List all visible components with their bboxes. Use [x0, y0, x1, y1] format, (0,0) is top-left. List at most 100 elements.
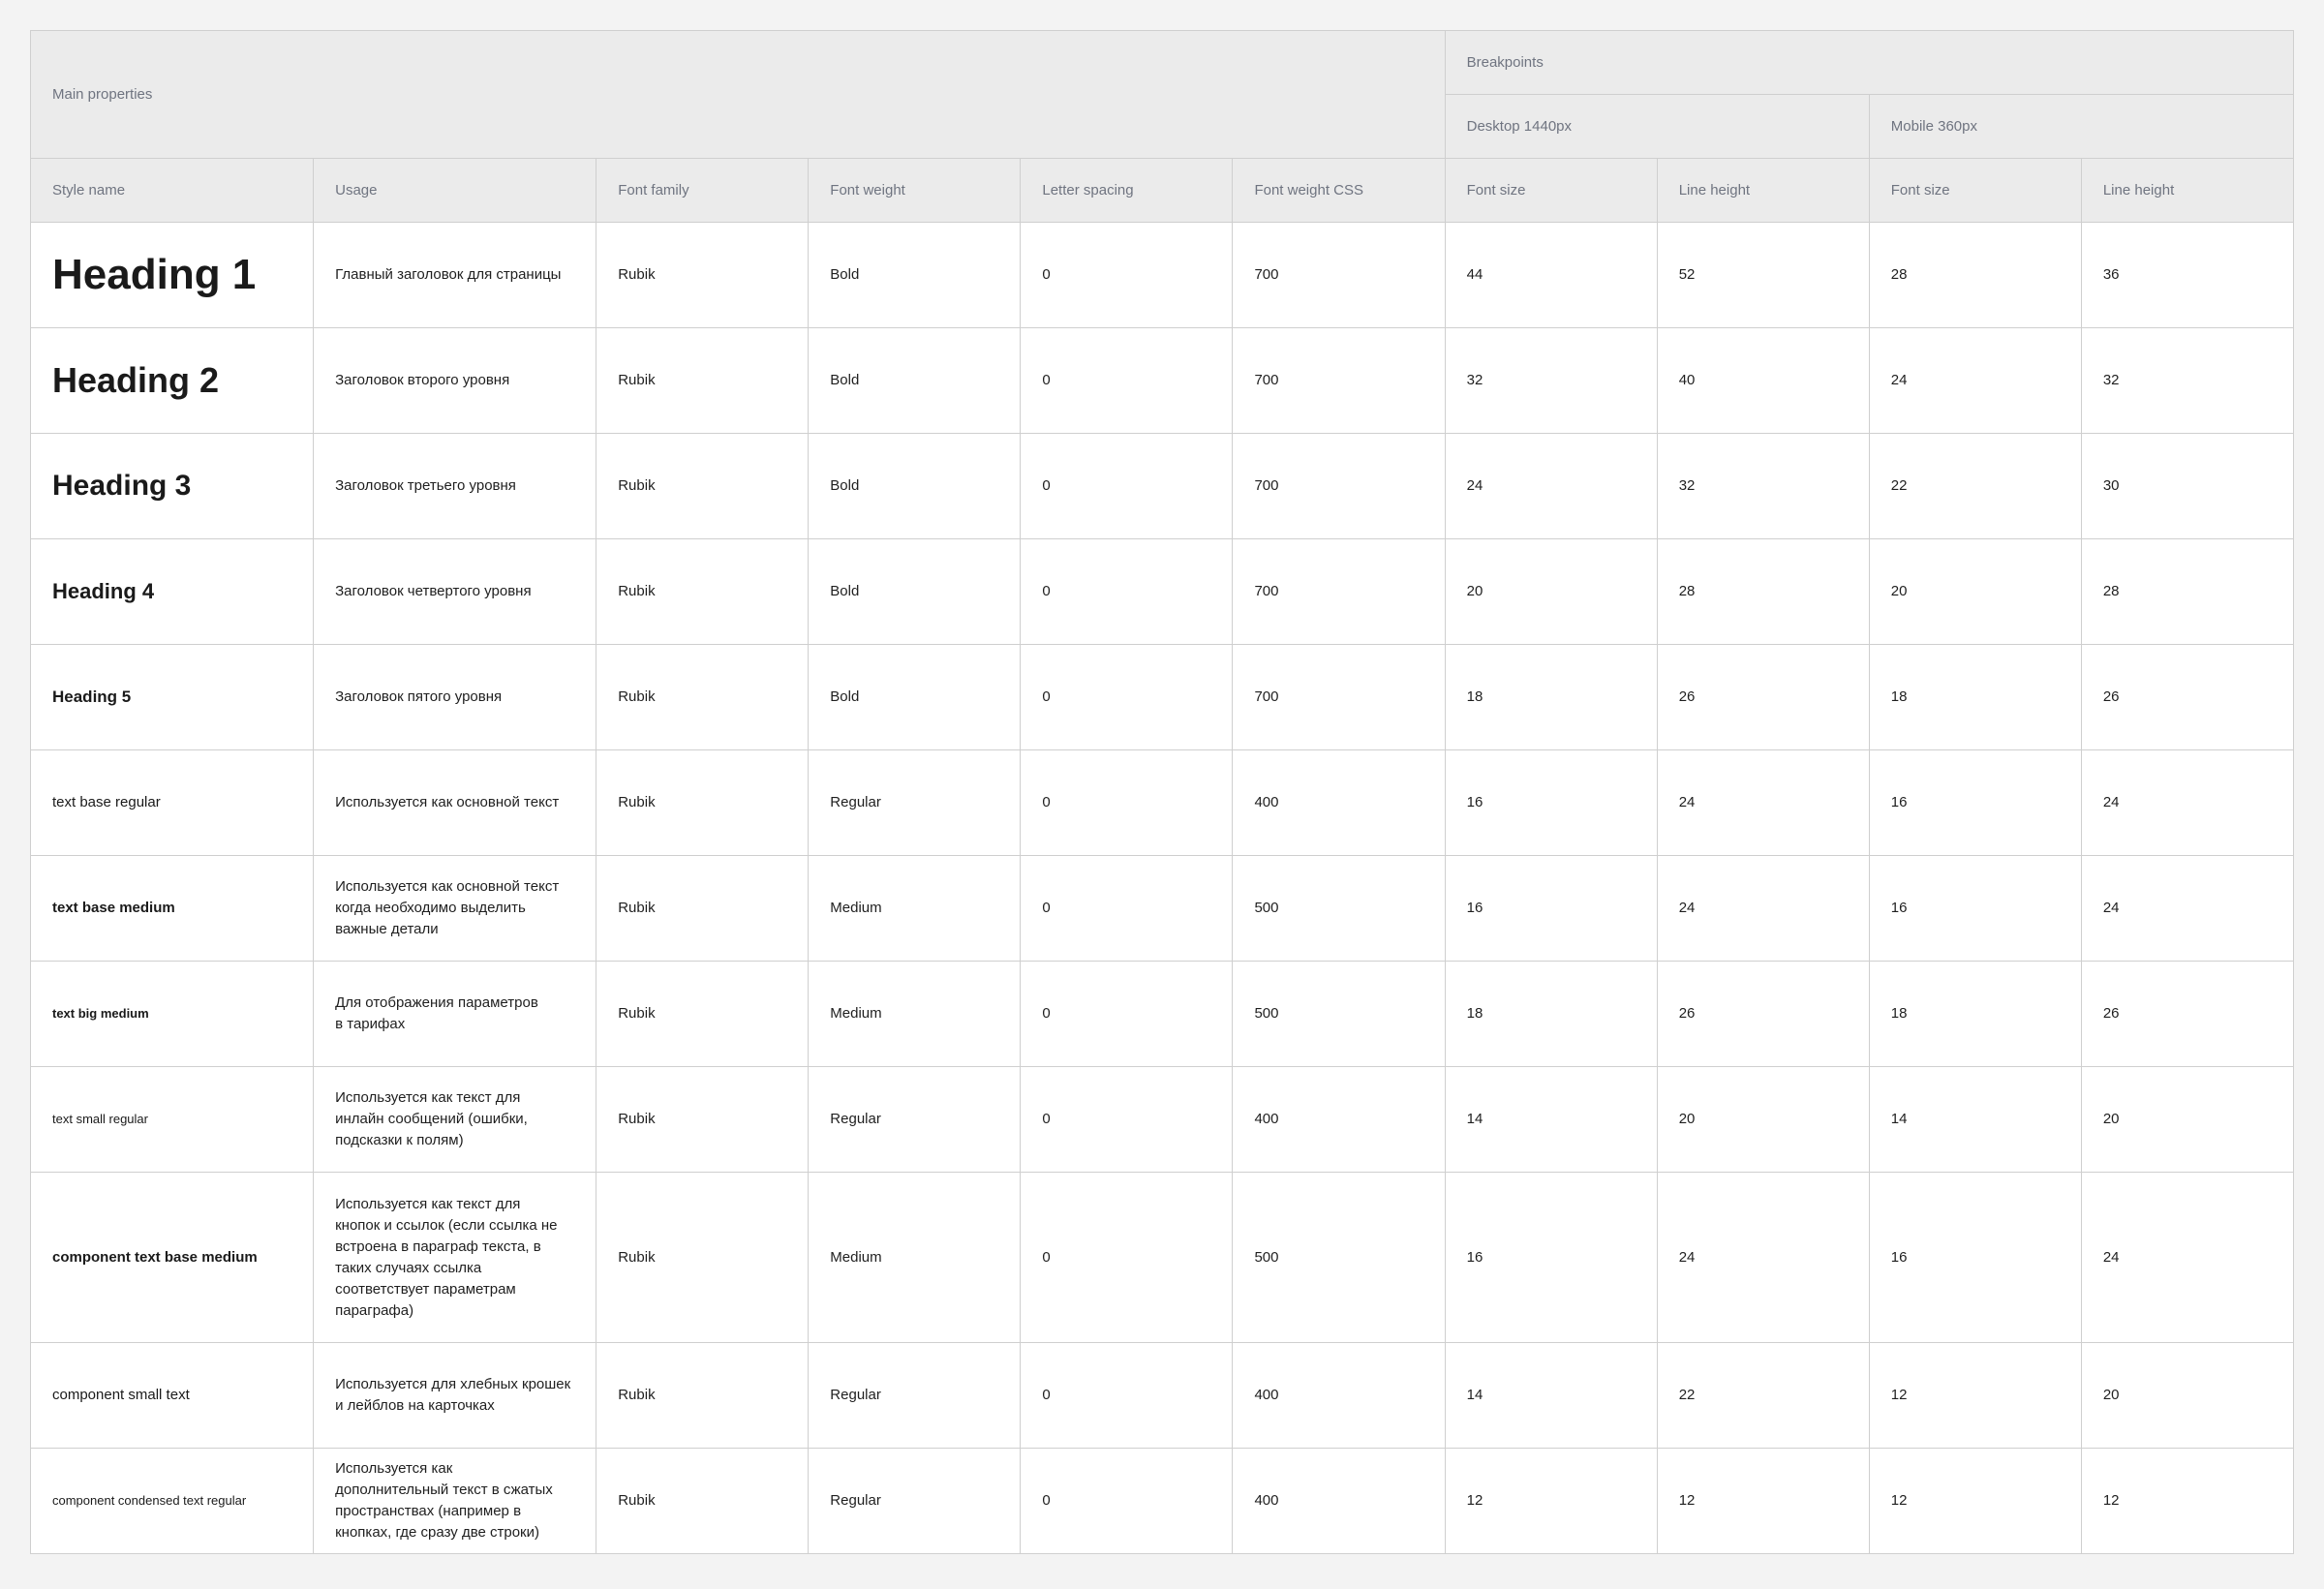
mobile-font-size-cell: 24: [1868, 327, 2082, 434]
mobile-line-height-cell: 28: [2080, 538, 2295, 645]
font-weight-cell: Regular: [808, 1066, 1022, 1173]
col-header-desktop-line-height: Line height: [1656, 158, 1870, 223]
font-family-cell: Rubik: [596, 1448, 810, 1554]
desktop-breakpoint-header: Desktop 1440px: [1444, 94, 1870, 159]
font-weight-cell: Regular: [808, 1448, 1022, 1554]
usage-cell: Используется как основной текст когда не…: [313, 855, 597, 962]
mobile-line-height-cell: 24: [2080, 1172, 2295, 1343]
table-row: component small text Используется для хле…: [29, 1342, 2295, 1449]
letter-spacing-cell: 0: [1020, 433, 1234, 539]
mobile-font-size-cell: 18: [1868, 961, 2082, 1067]
desktop-line-height-cell: 26: [1656, 961, 1870, 1067]
mobile-font-size-cell: 28: [1868, 222, 2082, 328]
table-row: component text base medium Используется к…: [29, 1172, 2295, 1343]
usage-cell: Заголовок четвертого уровня: [313, 538, 597, 645]
mobile-font-size-cell: 14: [1868, 1066, 2082, 1173]
col-header-desktop-font-size: Font size: [1444, 158, 1658, 223]
desktop-font-size-cell: 16: [1444, 855, 1658, 962]
letter-spacing-cell: 0: [1020, 327, 1234, 434]
letter-spacing-cell: 0: [1020, 1172, 1234, 1343]
usage-cell: Используется как текст для кнопок и ссыл…: [313, 1172, 597, 1343]
mobile-line-height-cell: 12: [2080, 1448, 2295, 1554]
usage-cell: Заголовок второго уровня: [313, 327, 597, 434]
mobile-line-height-cell: 30: [2080, 433, 2295, 539]
col-header-usage: Usage: [313, 158, 597, 223]
font-weight-css-cell: 700: [1232, 222, 1446, 328]
letter-spacing-cell: 0: [1020, 1342, 1234, 1449]
usage-cell: Для отображения параметров в тарифах: [313, 961, 597, 1067]
mobile-line-height-cell: 26: [2080, 644, 2295, 750]
breakpoints-header: Breakpoints: [1444, 30, 2295, 95]
desktop-line-height-cell: 40: [1656, 327, 1870, 434]
style-name-cell: Heading 1: [29, 222, 315, 328]
mobile-font-size-cell: 22: [1868, 433, 2082, 539]
mobile-font-size-cell: 12: [1868, 1448, 2082, 1554]
col-header-style-name: Style name: [29, 158, 315, 223]
letter-spacing-cell: 0: [1020, 222, 1234, 328]
usage-cell: Главный заголовок для страницы: [313, 222, 597, 328]
font-weight-css-cell: 400: [1232, 1342, 1446, 1449]
style-name-cell: text base regular: [29, 749, 315, 856]
font-family-cell: Rubik: [596, 855, 810, 962]
table-row: text small regular Используется как текст…: [29, 1066, 2295, 1173]
table-row: Heading 1 Главный заголовок для страницы R…: [29, 222, 2295, 328]
font-family-cell: Rubik: [596, 327, 810, 434]
desktop-line-height-cell: 24: [1656, 749, 1870, 856]
style-name-cell: component small text: [29, 1342, 315, 1449]
style-name-cell: Heading 3: [29, 433, 315, 539]
col-header-font-weight: Font weight: [808, 158, 1022, 223]
letter-spacing-cell: 0: [1020, 1448, 1234, 1554]
col-header-font-family: Font family: [596, 158, 810, 223]
font-weight-css-cell: 400: [1232, 1448, 1446, 1554]
desktop-line-height-cell: 32: [1656, 433, 1870, 539]
font-weight-cell: Medium: [808, 855, 1022, 962]
desktop-font-size-cell: 44: [1444, 222, 1658, 328]
mobile-line-height-cell: 36: [2080, 222, 2295, 328]
mobile-font-size-cell: 12: [1868, 1342, 2082, 1449]
font-weight-cell: Bold: [808, 327, 1022, 434]
desktop-line-height-cell: 24: [1656, 855, 1870, 962]
font-weight-css-cell: 700: [1232, 327, 1446, 434]
desktop-line-height-cell: 28: [1656, 538, 1870, 645]
font-weight-cell: Medium: [808, 1172, 1022, 1343]
desktop-font-size-cell: 18: [1444, 961, 1658, 1067]
letter-spacing-cell: 0: [1020, 1066, 1234, 1173]
table-row: Heading 5 Заголовок пятого уровня Rubik Bol…: [29, 644, 2295, 750]
font-family-cell: Rubik: [596, 961, 810, 1067]
desktop-font-size-cell: 12: [1444, 1448, 1658, 1554]
desktop-font-size-cell: 32: [1444, 327, 1658, 434]
font-weight-css-cell: 500: [1232, 855, 1446, 962]
font-family-cell: Rubik: [596, 1172, 810, 1343]
mobile-font-size-cell: 20: [1868, 538, 2082, 645]
style-name-cell: text base medium: [29, 855, 315, 962]
desktop-line-height-cell: 26: [1656, 644, 1870, 750]
col-header-mobile-font-size: Font size: [1868, 158, 2082, 223]
desktop-line-height-cell: 22: [1656, 1342, 1870, 1449]
table-row: Heading 2 Заголовок второго уровня Rubik Bo…: [29, 327, 2295, 434]
letter-spacing-cell: 0: [1020, 538, 1234, 645]
mobile-breakpoint-header: Mobile 360px: [1868, 94, 2295, 159]
desktop-font-size-cell: 16: [1444, 749, 1658, 856]
mobile-line-height-cell: 24: [2080, 855, 2295, 962]
font-weight-cell: Bold: [808, 222, 1022, 328]
letter-spacing-cell: 0: [1020, 855, 1234, 962]
usage-cell: Используется как основной текст: [313, 749, 597, 856]
desktop-line-height-cell: 24: [1656, 1172, 1870, 1343]
desktop-font-size-cell: 16: [1444, 1172, 1658, 1343]
mobile-line-height-cell: 20: [2080, 1342, 2295, 1449]
desktop-font-size-cell: 14: [1444, 1342, 1658, 1449]
mobile-line-height-cell: 32: [2080, 327, 2295, 434]
style-name-cell: Heading 2: [29, 327, 315, 434]
typography-table: Main properties Breakpoints Desktop 1440…: [29, 30, 2295, 1554]
col-header-letter-spacing: Letter spacing: [1020, 158, 1234, 223]
font-weight-cell: Regular: [808, 749, 1022, 856]
mobile-line-height-cell: 24: [2080, 749, 2295, 856]
table-row: text base regular Используется как основн…: [29, 749, 2295, 856]
table-row: component condensed text regular Использу…: [29, 1448, 2295, 1554]
font-family-cell: Rubik: [596, 222, 810, 328]
mobile-line-height-cell: 26: [2080, 961, 2295, 1067]
usage-cell: Используется как дополнительный текст в …: [313, 1448, 597, 1554]
table-row: text base medium Используется как основно…: [29, 855, 2295, 962]
font-weight-cell: Bold: [808, 433, 1022, 539]
usage-cell: Заголовок пятого уровня: [313, 644, 597, 750]
